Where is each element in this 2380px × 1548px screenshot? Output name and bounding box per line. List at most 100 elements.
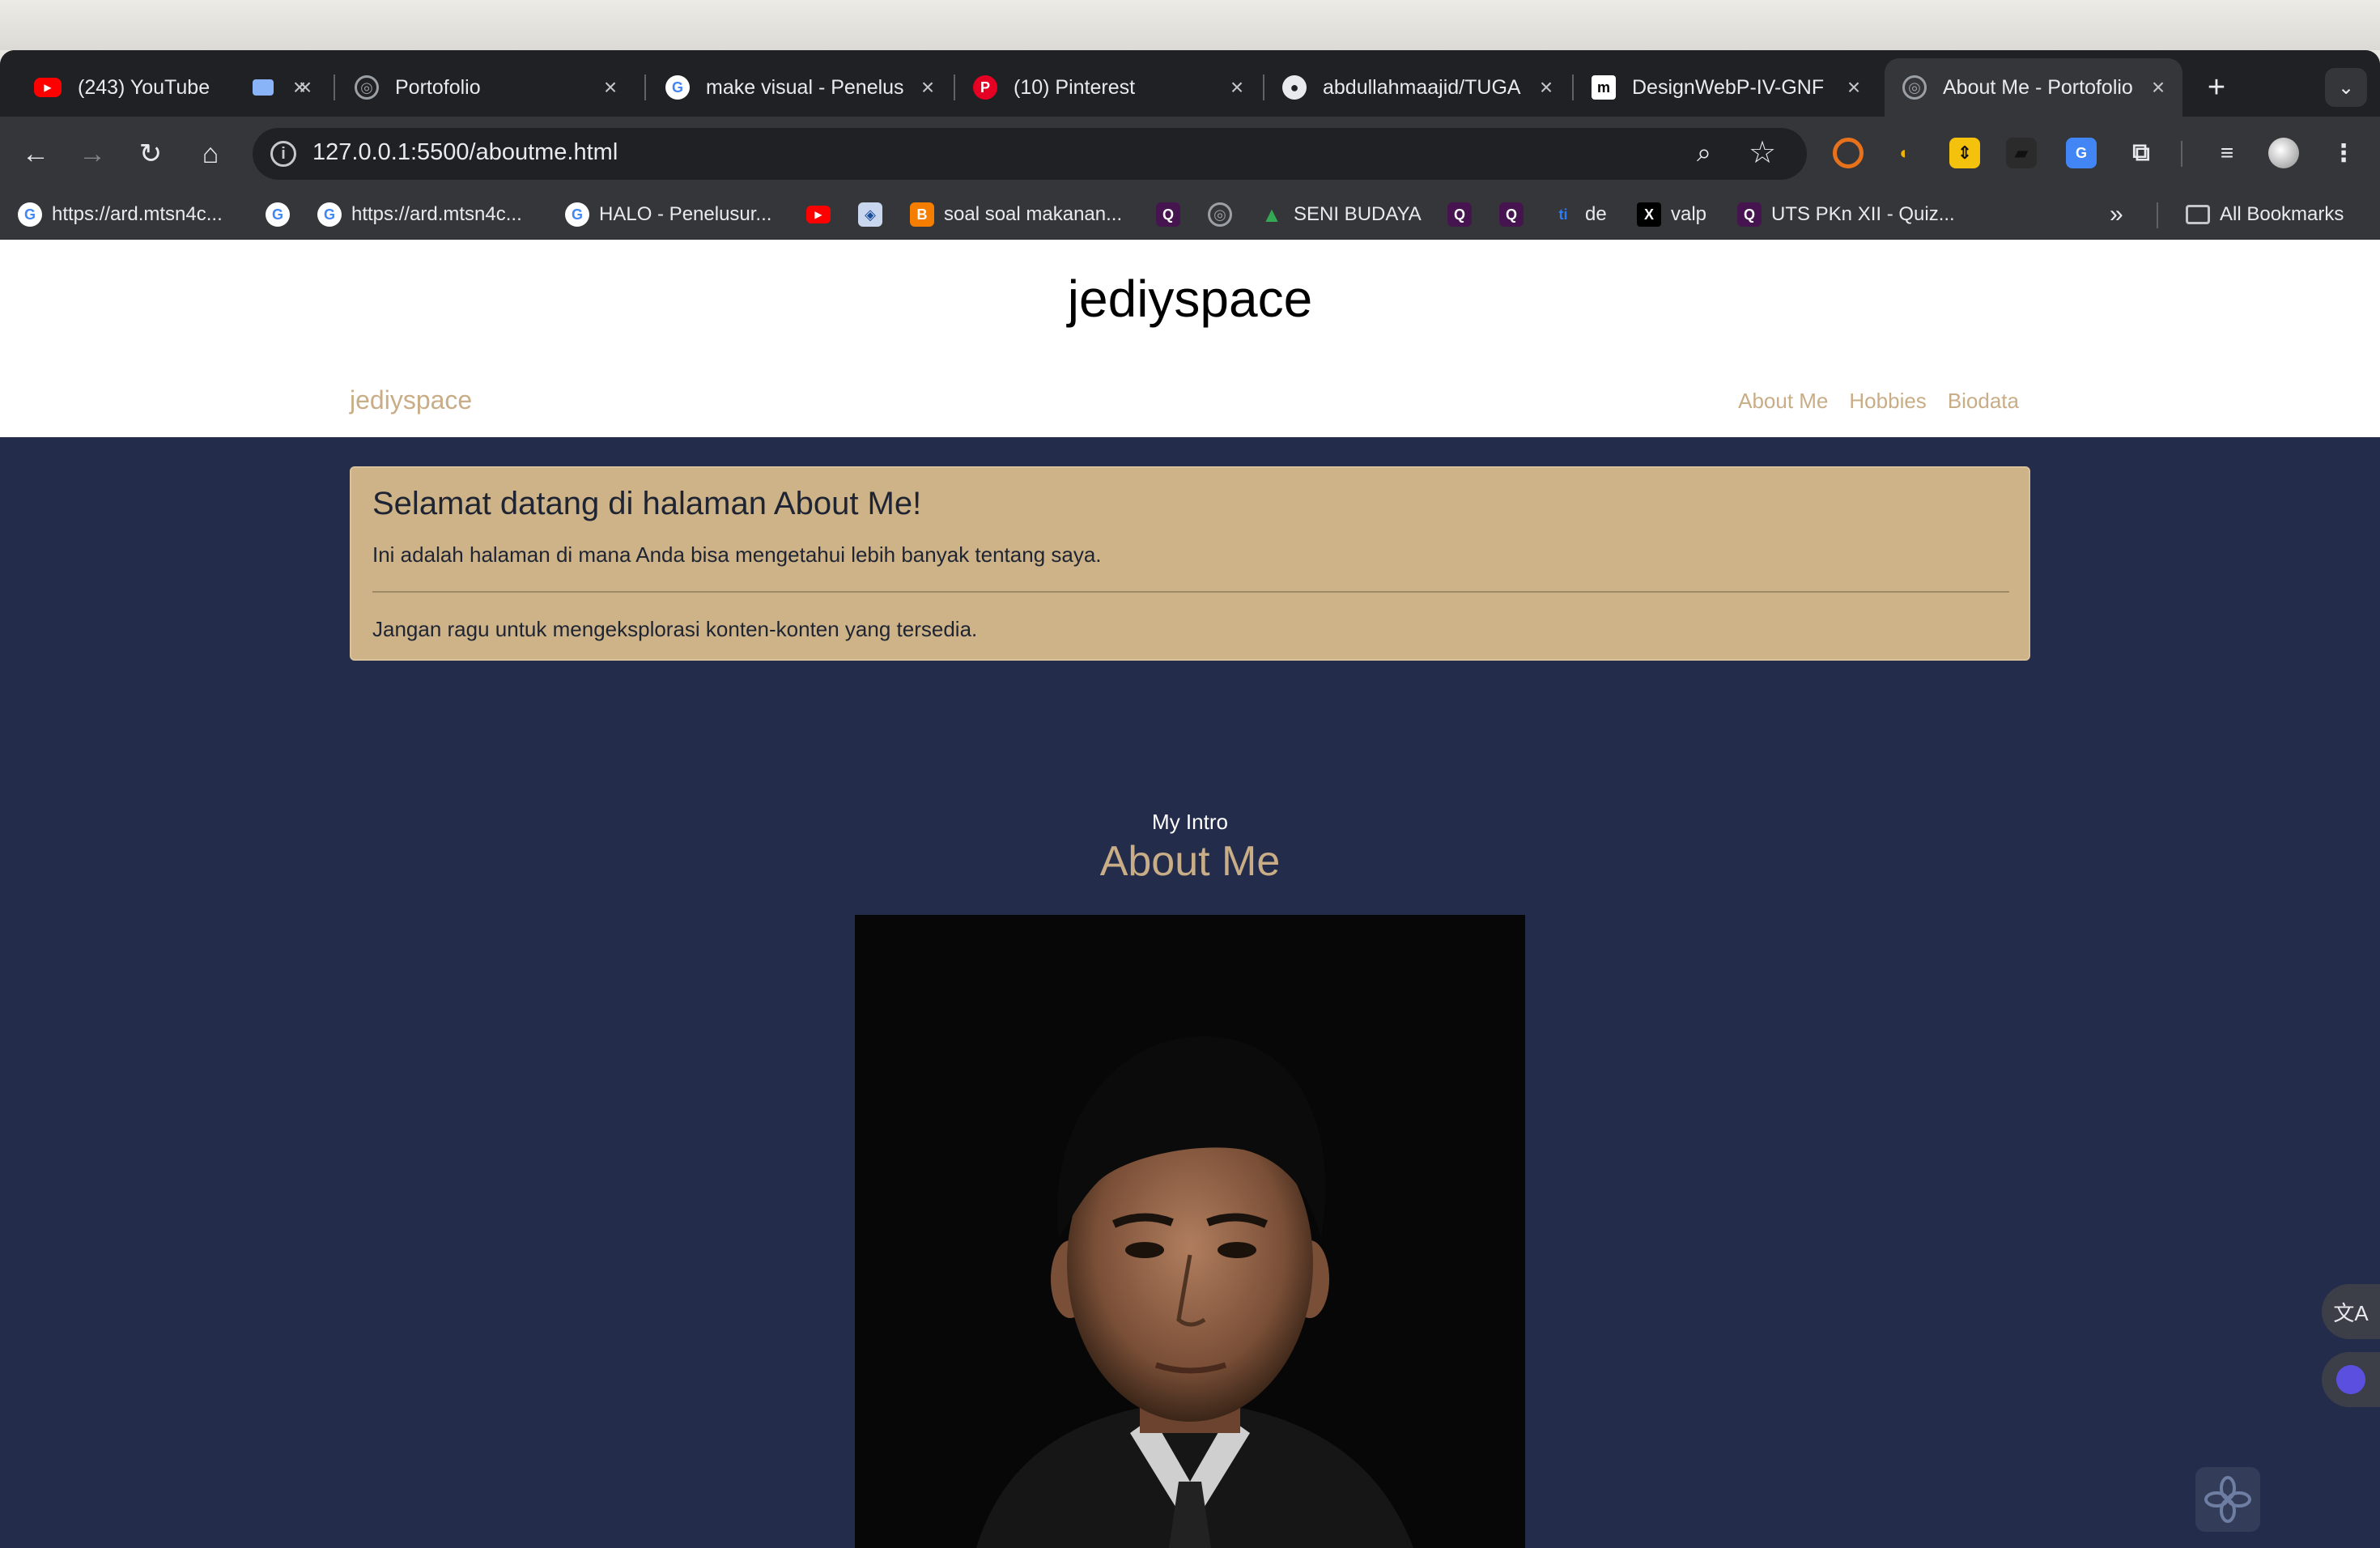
tab-design-web[interactable]: m DesignWebP-IV-GNF × (1574, 58, 1878, 117)
bookmark-item[interactable]: ◈ (858, 199, 892, 230)
back-arrow-icon[interactable]: ← (16, 134, 55, 173)
alert-text: Jangan ragu untuk mengeksplorasi konten-… (372, 617, 978, 641)
bookmark-label: https://ard.mtsn4c... (52, 203, 223, 225)
site-header: jediyspace jediyspace About Me Hobbies B… (0, 240, 2380, 437)
globe-icon: ◎ (1902, 75, 1927, 100)
nav-link-biodata[interactable]: Biodata (1948, 389, 2019, 414)
bookmark-label: UTS PKn XII - Quiz... (1771, 203, 1955, 225)
translate-side-icon[interactable]: 文A (2322, 1284, 2380, 1339)
bookmark-star-icon[interactable]: ☆ (1749, 134, 1776, 171)
close-tab-icon[interactable]: × (2144, 73, 2173, 102)
google-icon: G (266, 202, 290, 227)
tab-about-me[interactable]: ◎ About Me - Portofolio × (1885, 58, 2182, 117)
intro-title: About Me (1099, 838, 1281, 885)
tab-separator (334, 74, 335, 100)
color-picker-extension-icon[interactable] (1833, 138, 1864, 168)
url-text[interactable]: 127.0.0.1:5500/aboutme.html (312, 139, 618, 166)
tab-search-icon[interactable]: ⌄ (2325, 68, 2367, 107)
menu-kebab-icon[interactable]: ⋮ (2328, 138, 2359, 168)
tab-title: make visual - Penelus (706, 75, 904, 99)
browser-window: ▶ (243) YouTube × × ◎ Portofolio × G mak… (0, 50, 2380, 1548)
bookmarks-overflow-icon[interactable]: » (2110, 199, 2123, 230)
site-title: jediyspace (1067, 270, 1313, 328)
zoom-icon[interactable]: ⌕ (1697, 138, 1711, 168)
bookmark-item[interactable]: G https://ard.mtsn4c... (18, 199, 223, 230)
tab-screen[interactable]: × (243, 58, 324, 117)
blogger-icon: B (910, 202, 934, 227)
floating-widget-icon[interactable] (2195, 1467, 2260, 1532)
bookmarks-bar: G https://ard.mtsn4c... G G https://ard.… (0, 189, 2380, 240)
drive-icon: ▲ (1261, 202, 1282, 227)
close-tab-icon[interactable]: × (296, 73, 314, 102)
github-icon: ● (1282, 75, 1307, 100)
all-bookmarks-label: All Bookmarks (2220, 203, 2344, 225)
address-bar[interactable]: i 127.0.0.1:5500/aboutme.html ⌕ ☆ (253, 128, 1807, 180)
bookmark-label: https://ard.mtsn4c... (351, 203, 522, 225)
bookmarks-separator (2157, 202, 2158, 228)
page-viewport: jediyspace jediyspace About Me Hobbies B… (0, 240, 2380, 1548)
ti-icon: ti (1558, 206, 1568, 223)
bookmark-item[interactable]: X valp (1637, 199, 1706, 230)
bookmark-item[interactable]: ti de (1551, 199, 1607, 230)
google-icon: G (665, 75, 690, 100)
close-tab-icon[interactable]: × (913, 73, 942, 102)
portrait-illustration (855, 915, 1525, 1548)
tab-separator (644, 74, 646, 100)
profile-avatar[interactable] (2268, 138, 2299, 168)
tab-github[interactable]: ● abdullahmaajid/TUGA × (1264, 58, 1570, 117)
flower-icon (2204, 1476, 2251, 1523)
pinterest-icon: P (973, 75, 997, 100)
home-icon[interactable]: ⌂ (191, 134, 230, 173)
bookmark-item[interactable]: ▶ (806, 199, 840, 230)
nav-link-hobbies[interactable]: Hobbies (1849, 389, 1926, 414)
close-tab-icon[interactable]: × (1839, 73, 1868, 102)
quizizz-icon: Q (1156, 202, 1180, 227)
assistant-side-icon[interactable] (2322, 1352, 2380, 1407)
nav-link-about-me[interactable]: About Me (1738, 389, 1828, 414)
navbar-brand[interactable]: jediyspace (350, 385, 472, 415)
intro-subtitle: My Intro (1152, 810, 1228, 834)
tool-extension-icon[interactable]: ▰ (2006, 138, 2037, 168)
tab-pinterest[interactable]: P (10) Pinterest × (955, 58, 1261, 117)
bookmark-item[interactable]: Q UTS PKn XII - Quiz... (1737, 199, 1955, 230)
bookmark-item[interactable]: Q (1499, 199, 1533, 230)
quizizz-icon: Q (1447, 202, 1472, 227)
tab-portofolio[interactable]: ◎ Portofolio × (337, 58, 635, 117)
reading-list-icon[interactable]: ≡ (2212, 138, 2242, 168)
forward-arrow-icon[interactable]: → (73, 134, 112, 173)
x-icon: X (1637, 202, 1661, 227)
tab-google-search[interactable]: G make visual - Penelus × (648, 58, 952, 117)
screen-icon (253, 79, 274, 96)
bookmark-item[interactable]: ◎ (1208, 199, 1242, 230)
bookmark-label: valp (1671, 203, 1707, 225)
browser-toolbar: ← → ↻ ⌂ i 127.0.0.1:5500/aboutme.html ⌕ … (0, 117, 2380, 189)
extensions-puzzle-icon[interactable]: ⧉ (2126, 138, 2157, 168)
coin-extension-icon[interactable]: ◐ (1889, 138, 1920, 168)
arrows-extension-icon[interactable]: ⇕ (1949, 138, 1980, 168)
close-tab-icon[interactable]: × (1222, 73, 1252, 102)
youtube-icon: ▶ (34, 78, 62, 97)
tab-title: About Me - Portofolio (1943, 75, 2133, 99)
bookmark-item[interactable]: G (266, 199, 300, 230)
app-icon: ◈ (858, 202, 882, 227)
all-bookmarks-button[interactable]: All Bookmarks (2186, 199, 2344, 230)
translate-extension-icon[interactable]: G (2066, 138, 2097, 168)
youtube-icon: ▶ (806, 206, 831, 223)
bookmark-item[interactable]: Q (1447, 199, 1481, 230)
alert-text: Ini adalah halaman di mana Anda bisa men… (372, 542, 1102, 567)
new-tab-icon[interactable]: + (2199, 70, 2234, 105)
close-tab-icon[interactable]: × (596, 73, 625, 102)
tab-title: abdullahmaajid/TUGA (1323, 75, 1521, 99)
globe-icon: ◎ (1208, 202, 1232, 227)
welcome-alert: Selamat datang di halaman About Me! Ini … (350, 466, 2030, 661)
bookmark-item[interactable]: G https://ard.mtsn4c... (317, 199, 522, 230)
bookmark-item[interactable]: ▲ SENI BUDAYA (1260, 199, 1422, 230)
bookmark-item[interactable]: G HALO - Penelusur... (565, 199, 771, 230)
close-tab-icon[interactable]: × (1532, 73, 1561, 102)
bookmark-item[interactable]: Q (1156, 199, 1190, 230)
site-info-icon[interactable]: i (270, 141, 296, 167)
bookmark-item[interactable]: B soal soal makanan... (910, 199, 1122, 230)
bookmark-label: de (1585, 203, 1607, 225)
reload-icon[interactable]: ↻ (131, 134, 170, 173)
bookmark-label: soal soal makanan... (944, 203, 1123, 225)
